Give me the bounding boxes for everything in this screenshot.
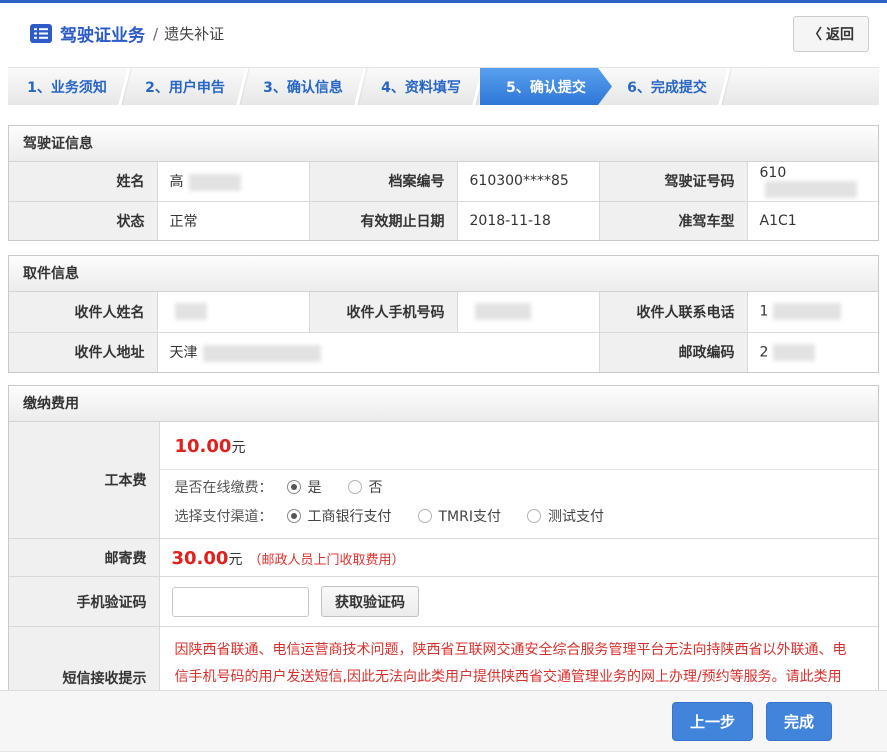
online-payment-question-row: 是否在线缴费： 是否 [160,470,879,499]
field-value-expiry-date: 2018-11-18 [457,201,599,240]
radio-option-label: 否 [369,477,383,497]
field-label-recipient-phone: 收件人联系电话 [599,292,747,332]
radio-option[interactable]: 否 [348,477,383,497]
pickup-info-table: 收件人姓名 收件人手机号码 收件人联系电话 1 收件人地址 天津 邮政编码 2 [9,292,878,372]
step-progress-bar: 1、业务须知 2、用户申告 3、确认信息 4、资料填写 5、确认提交 6、完成提… [8,67,879,105]
step-5-confirm-submit-active[interactable]: 5、确认提交 [480,68,612,105]
step-4-fill-data[interactable]: 4、资料填写 [362,68,480,105]
redacted-value [203,345,321,362]
field-value-file-number: 610300****85 [457,162,599,201]
radio-option-label: TMRI支付 [439,506,502,526]
mail-fee-note: （邮政人员上门收取费用） [248,553,404,568]
field-value-recipient-name [157,292,309,332]
footer-action-bar: 上一步 完成 [0,690,887,752]
radio-option[interactable]: 是 [287,477,322,497]
table-row: 收件人地址 天津 邮政编码 2 [9,332,878,372]
section-payment-fees: 缴纳费用 工本费 10.00元 是否在线缴费： 是否 选择支付渠道： 工商银行支… [8,385,879,730]
table-row: 收件人姓名 收件人手机号码 收件人联系电话 1 [9,292,878,332]
radio-option[interactable]: TMRI支付 [418,506,502,526]
table-row-mail-fee: 邮寄费 30.00元 （邮政人员上门收取费用） [9,539,878,577]
table-row: 状态 正常 有效期止日期 2018-11-18 准驾车型 A1C1 [9,201,878,240]
radio-unselected-icon[interactable] [348,480,362,494]
page-title: 驾驶证业务 [60,21,145,46]
redacted-value [175,303,207,320]
fee-unit: 元 [228,552,242,568]
license-info-table: 姓名 高 档案编号 610300****85 驾驶证号码 610 状态 正常 有… [9,162,878,240]
radio-unselected-icon[interactable] [418,509,432,523]
field-label-file-number: 档案编号 [309,162,457,201]
field-label-sms-code: 手机验证码 [9,577,159,627]
table-row: 姓名 高 档案编号 610300****85 驾驶证号码 610 [9,162,878,201]
table-row-sms-code: 手机验证码 获取验证码 [9,577,878,627]
radio-option-label: 测试支付 [548,506,604,526]
field-value-postal-code: 2 [747,332,878,372]
field-label-postal-code: 邮政编码 [599,332,747,372]
payment-channel-question: 选择支付渠道： [175,506,273,526]
section-license-info: 驾驶证信息 姓名 高 档案编号 610300****85 驾驶证号码 610 状… [8,125,879,241]
sms-code-cell: 获取验证码 [159,577,878,627]
step-bar-filler [726,68,879,105]
field-label-expiry-date: 有效期止日期 [309,201,457,240]
section-license-title: 驾驶证信息 [9,126,878,162]
field-value-license-number: 610 [747,162,878,201]
step-2-user-declaration[interactable]: 2、用户申告 [126,68,244,105]
finish-button[interactable]: 完成 [766,702,832,741]
field-label-recipient-name: 收件人姓名 [9,292,157,332]
field-value-vehicle-class: A1C1 [747,201,878,240]
redacted-value [773,303,841,320]
field-label-license-number: 驾驶证号码 [599,162,747,201]
payment-channel-radio-group: 工商银行支付 TMRI支付 测试支付 [287,506,631,526]
payment-channel-question-row: 选择支付渠道： 工商银行支付 TMRI支付 测试支付 [160,499,879,538]
field-label-name: 姓名 [9,162,157,201]
radio-option[interactable]: 工商银行支付 [287,506,392,526]
page-header: 驾驶证业务 / 遗失补证 〈返回 [0,3,887,64]
field-value-status: 正常 [157,201,309,240]
radio-unselected-icon[interactable] [527,509,541,523]
step-1-business-notice[interactable]: 1、业务须知 [8,68,126,105]
redacted-value [773,344,815,361]
get-sms-code-button[interactable]: 获取验证码 [321,586,419,617]
mail-fee-value: 30.00元 （邮政人员上门收取费用） [159,539,878,577]
field-label-mail-fee: 邮寄费 [9,539,159,577]
document-list-icon [30,24,52,43]
field-label-recipient-address: 收件人地址 [9,332,157,372]
sms-code-input[interactable] [172,587,309,617]
field-label-recipient-mobile: 收件人手机号码 [309,292,457,332]
redacted-value [765,181,857,198]
radio-selected-icon[interactable] [287,509,301,523]
breadcrumb-current: 遗失补证 [164,23,224,44]
field-value-recipient-phone: 1 [747,292,878,332]
section-pickup-title: 取件信息 [9,256,878,292]
breadcrumb-separator: / [153,25,158,43]
fee-unit: 元 [231,440,245,456]
section-fees-title: 缴纳费用 [9,386,878,422]
fees-table: 工本费 10.00元 是否在线缴费： 是否 选择支付渠道： 工商银行支付TMRI… [9,422,878,729]
radio-option-label: 是 [308,477,322,497]
field-value-recipient-mobile [457,292,599,332]
redacted-value [475,303,531,320]
radio-selected-icon[interactable] [287,480,301,494]
fee-amount-value: 10.00 [175,436,232,457]
redacted-value [189,174,241,191]
radio-option-label: 工商银行支付 [308,506,392,526]
section-pickup-info: 取件信息 收件人姓名 收件人手机号码 收件人联系电话 1 收件人地址 天津 邮政… [8,255,879,373]
field-value-recipient-address: 天津 [157,332,599,372]
chevron-left-icon: 〈 [808,27,822,43]
online-payment-question: 是否在线缴费： [175,477,273,497]
online-payment-radio-group: 是否 [287,477,409,497]
production-fee-amount: 10.00元 [160,422,879,470]
field-label-vehicle-class: 准驾车型 [599,201,747,240]
field-value-name: 高 [157,162,309,201]
previous-step-button[interactable]: 上一步 [672,702,753,741]
radio-option[interactable]: 测试支付 [527,506,604,526]
back-button[interactable]: 〈返回 [793,16,869,52]
table-row-production-fee: 工本费 10.00元 是否在线缴费： 是否 选择支付渠道： 工商银行支付TMRI… [9,422,878,539]
step-3-confirm-info[interactable]: 3、确认信息 [244,68,362,105]
field-label-status: 状态 [9,201,157,240]
fee-amount-value: 30.00 [172,548,229,569]
field-label-production-fee: 工本费 [9,422,159,539]
back-button-label: 返回 [826,27,854,43]
step-6-complete-submit[interactable]: 6、完成提交 [608,68,726,105]
